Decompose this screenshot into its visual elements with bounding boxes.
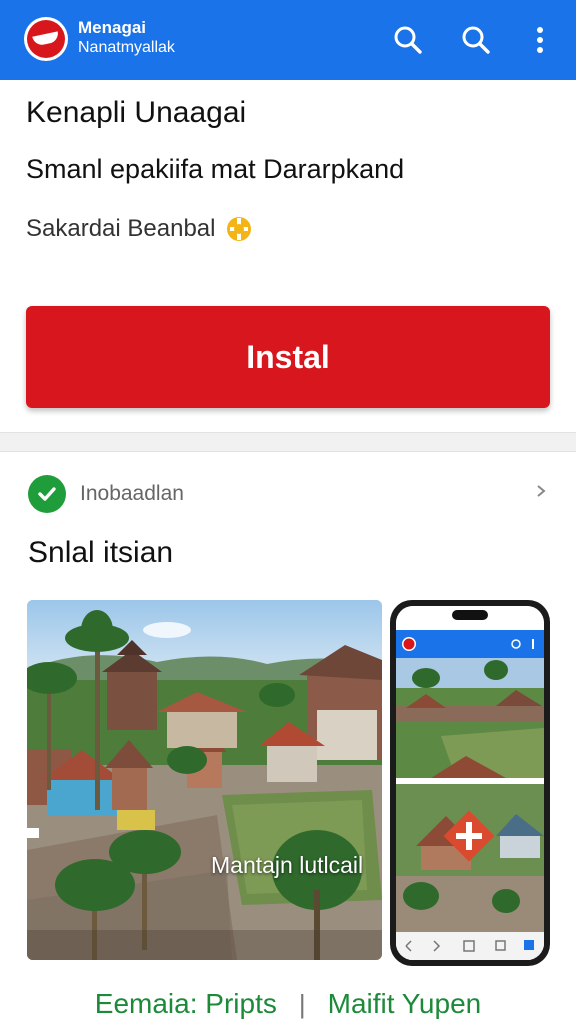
search-button-secondary[interactable] [456,20,496,60]
search-icon [462,26,490,54]
footer-link-right[interactable]: Maifit Yupen [328,988,482,1020]
developer-name: Sakardai Beanbal [26,215,216,242]
app-name-primary: Menagai [78,18,147,37]
phone-screen [396,606,544,960]
install-button[interactable]: Instal [26,306,550,408]
footer-links: Eemaia: Pripts | Maifit Yupen [0,988,576,1020]
search-button[interactable] [388,20,428,60]
screenshot-caption: Mantajn lutlcail [211,852,364,878]
screenshot-phone[interactable] [390,600,550,966]
app-logo-icon[interactable] [24,17,68,61]
chevron-right-icon[interactable] [534,482,550,498]
app-name-secondary: Nanatmyallak [78,39,175,56]
screenshot-main[interactable]: Mantajn lutlcail [27,600,382,960]
more-vert-icon [537,27,543,53]
app-bar: Menagai Nanatmyallak [0,0,576,80]
verified-label: Inobaadlan [80,482,184,505]
footer-link-left[interactable]: Eemaia: Pripts [95,988,277,1020]
footer-separator: | [298,988,306,1019]
overflow-menu-button[interactable] [520,20,560,60]
phone-screen-image [396,606,544,960]
app-subtitle: Smanl epakiifa mat Dararpkand [26,154,405,184]
section-title: Snlal itsian [28,536,174,569]
search-icon [394,26,422,54]
verified-check-icon [28,475,66,513]
section-divider [0,432,576,452]
verified-row[interactable]: Inobaadlan [28,475,550,513]
app-bar-title: Menagai Nanatmyallak [78,18,175,58]
developer-row[interactable]: Sakardai Beanbal [26,214,253,244]
developer-badge-icon [227,217,252,241]
screenshot-scene-image [27,600,382,960]
app-title: Kenapli Unaagai [26,96,247,129]
